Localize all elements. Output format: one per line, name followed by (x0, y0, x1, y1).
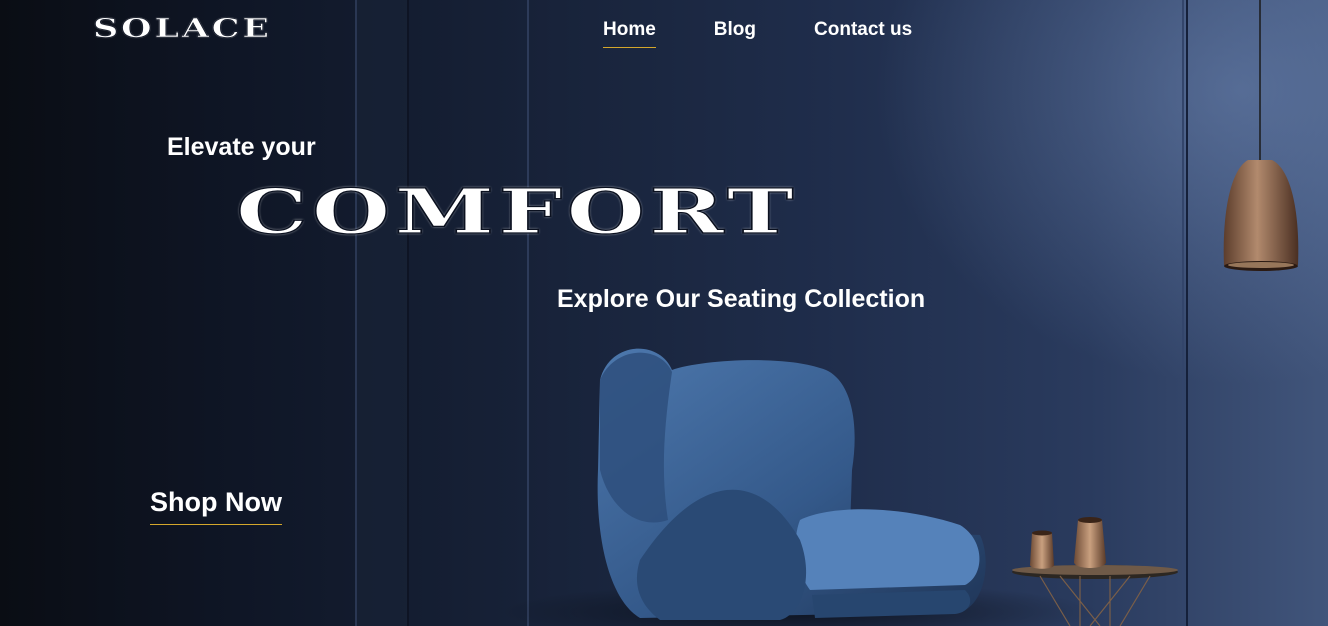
hero-subline: Explore Our Seating Collection (557, 285, 926, 313)
vases-illustration (1030, 517, 1106, 569)
hero-section: SOLACE Home Blog Contact us Elevate your… (0, 0, 1328, 626)
brand-logo[interactable]: SOLACE (93, 14, 272, 45)
nav-link-home[interactable]: Home (603, 19, 656, 48)
nav-link-blog[interactable]: Blog (714, 19, 756, 48)
hero-headline: COMFORT (235, 174, 799, 248)
main-navigation: Home Blog Contact us (603, 19, 970, 48)
pendant-lamp-illustration (1223, 0, 1299, 271)
nav-link-contact-us[interactable]: Contact us (814, 19, 912, 48)
armchair-illustration (597, 348, 986, 620)
hero-eyebrow: Elevate your (167, 133, 316, 161)
shop-now-button[interactable]: Shop Now (150, 487, 282, 525)
